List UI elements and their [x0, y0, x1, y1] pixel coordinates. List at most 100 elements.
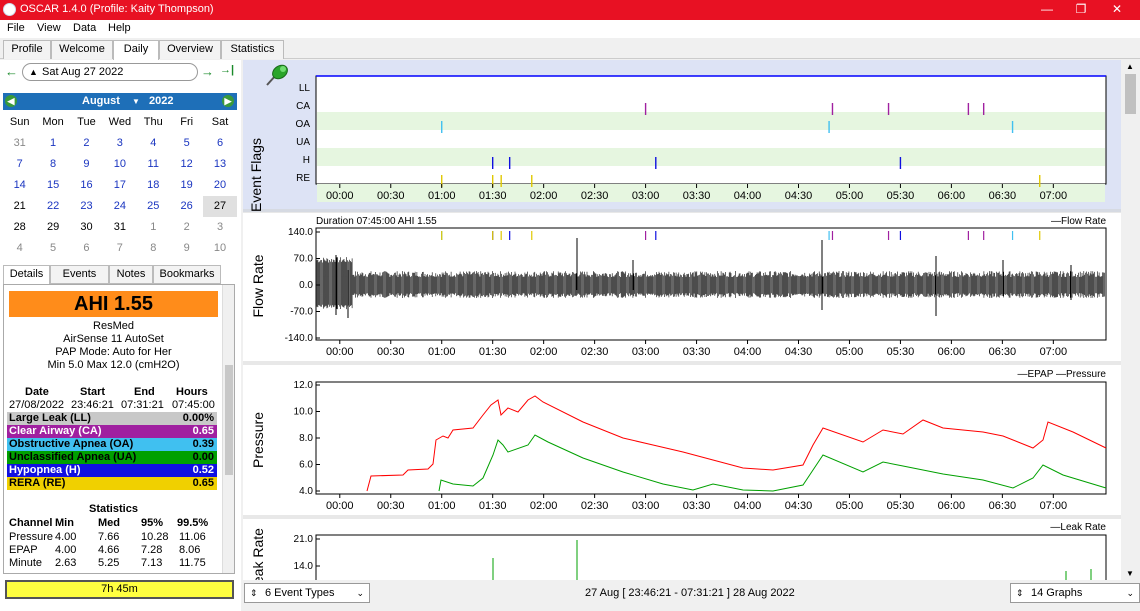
- maximize-button[interactable]: ❐: [1064, 0, 1098, 20]
- subtab-details[interactable]: Details: [3, 265, 50, 284]
- calendar-day[interactable]: 3: [203, 217, 236, 238]
- calendar-day[interactable]: 1: [36, 133, 69, 154]
- event-value: 0.65: [192, 425, 214, 437]
- calendar-day[interactable]: 21: [3, 196, 36, 217]
- main-tabs: Profile Welcome Daily Overview Statistic…: [0, 38, 1140, 60]
- calendar-day[interactable]: 18: [137, 175, 170, 196]
- flag-row-label: CA: [296, 101, 310, 112]
- calendar-day[interactable]: 31: [3, 133, 36, 154]
- calendar-day-selected[interactable]: 27: [203, 196, 237, 217]
- x-tick-label: 00:00: [326, 346, 354, 358]
- calendar-day[interactable]: 22: [36, 196, 69, 217]
- tab-profile[interactable]: Profile: [3, 40, 51, 59]
- pap-mode: PAP Mode: Auto for Her: [55, 346, 172, 358]
- back-arrow-icon[interactable]: ←: [5, 64, 18, 79]
- forward-arrow-icon[interactable]: →: [201, 64, 214, 79]
- calendar-day[interactable]: 31: [103, 217, 136, 238]
- event-types-dropdown[interactable]: ⇕ 6 Event Types ⌄: [244, 583, 370, 603]
- calendar-day[interactable]: 6: [70, 238, 103, 259]
- calendar-day[interactable]: 24: [103, 196, 136, 217]
- session-end: 07:31:21: [121, 399, 164, 411]
- graphs-dropdown[interactable]: ⇕ 14 Graphs ⌄: [1010, 583, 1140, 603]
- calendar-year[interactable]: 2022: [149, 95, 173, 107]
- stats-995: 11.75: [179, 557, 206, 569]
- calendar-day[interactable]: 5: [170, 133, 203, 154]
- tab-statistics[interactable]: Statistics: [221, 40, 284, 59]
- calendar-day[interactable]: 23: [70, 196, 103, 217]
- calendar-day[interactable]: 5: [36, 238, 69, 259]
- calendar-day[interactable]: 7: [103, 238, 136, 259]
- subtab-events[interactable]: Events: [50, 265, 109, 284]
- calendar-toggle-icon[interactable]: ▲: [29, 64, 38, 80]
- calendar-day[interactable]: 8: [36, 154, 69, 175]
- month-dropdown-icon[interactable]: ▼: [132, 97, 140, 106]
- pressure-y-tick: 4.0: [299, 486, 313, 497]
- subtab-bookmarks[interactable]: Bookmarks: [153, 265, 221, 284]
- calendar-day[interactable]: 6: [203, 133, 236, 154]
- flag-row-label: OA: [296, 119, 311, 130]
- calendar-day[interactable]: 9: [70, 154, 103, 175]
- calendar-day[interactable]: 30: [70, 217, 103, 238]
- calendar-week: 28 29 30 31 1 2 3: [3, 217, 237, 238]
- calendar-day[interactable]: 16: [70, 175, 103, 196]
- calendar-week: 7 8 9 10 11 12 13: [3, 154, 237, 175]
- calendar-day[interactable]: 4: [3, 238, 36, 259]
- tab-daily[interactable]: Daily: [113, 40, 159, 60]
- calendar-day[interactable]: 8: [137, 238, 170, 259]
- date-picker[interactable]: ▲ Sat Aug 27 2022: [22, 63, 198, 81]
- close-button[interactable]: ✕: [1100, 0, 1134, 20]
- graph-scroll-thumb[interactable]: [1125, 74, 1136, 114]
- x-tick-label: 00:30: [377, 346, 405, 358]
- stats-med: 4.66: [98, 544, 120, 556]
- scroll-down-icon[interactable]: ▼: [1126, 569, 1134, 578]
- prev-month-icon[interactable]: ◀: [5, 95, 17, 107]
- calendar-day[interactable]: 28: [3, 217, 36, 238]
- calendar-day[interactable]: 10: [203, 238, 236, 259]
- calendar-header: ◀ August ▼ 2022 ▶: [3, 93, 237, 110]
- subtab-notes[interactable]: Notes: [109, 265, 153, 284]
- next-month-icon[interactable]: ▶: [222, 95, 234, 107]
- calendar-week: 4 5 6 7 8 9 10: [3, 238, 237, 259]
- flow-axis-label: Flow Rate: [250, 254, 266, 317]
- last-day-icon[interactable]: →|: [220, 64, 234, 76]
- calendar-day[interactable]: 1: [137, 217, 170, 238]
- calendar-month[interactable]: August: [82, 95, 120, 107]
- calendar-day[interactable]: 17: [103, 175, 136, 196]
- details-scrollbar[interactable]: [222, 285, 234, 573]
- menu-view[interactable]: View: [37, 22, 61, 34]
- pushpin-icon[interactable]: [263, 62, 291, 91]
- calendar-day[interactable]: 3: [103, 133, 136, 154]
- calendar-day[interactable]: 4: [137, 133, 170, 154]
- x-tick-label: 06:00: [938, 190, 966, 202]
- calendar-day[interactable]: 13: [203, 154, 236, 175]
- scroll-up-icon[interactable]: ▲: [1126, 62, 1134, 71]
- calendar-day[interactable]: 15: [36, 175, 69, 196]
- calendar-day[interactable]: 10: [103, 154, 136, 175]
- details-scroll-thumb[interactable]: [225, 365, 233, 475]
- calendar-day[interactable]: 9: [170, 238, 203, 259]
- event-row-ca: Clear Airway (CA) 0.65: [7, 425, 217, 438]
- calendar-day[interactable]: 11: [137, 154, 170, 175]
- calendar-day[interactable]: 25: [137, 196, 170, 217]
- calendar-day[interactable]: 19: [170, 175, 203, 196]
- menu-file[interactable]: File: [7, 22, 25, 34]
- calendar-day[interactable]: 2: [170, 217, 203, 238]
- calendar-day[interactable]: 7: [3, 154, 36, 175]
- calendar-day[interactable]: 26: [170, 196, 203, 217]
- x-tick-label: 01:30: [479, 500, 507, 512]
- calendar-day[interactable]: 2: [70, 133, 103, 154]
- event-flags-axis-label: Event Flags: [248, 138, 264, 212]
- calendar-day[interactable]: 20: [203, 175, 236, 196]
- calendar-day[interactable]: 29: [36, 217, 69, 238]
- calendar-day[interactable]: 12: [170, 154, 203, 175]
- tab-welcome[interactable]: Welcome: [51, 40, 113, 59]
- menu-data[interactable]: Data: [73, 22, 96, 34]
- minimize-button[interactable]: —: [1030, 0, 1064, 20]
- calendar-day[interactable]: 14: [3, 175, 36, 196]
- graph-scrollbar[interactable]: ▲ ▼: [1121, 60, 1140, 580]
- x-tick-label: 01:00: [428, 500, 456, 512]
- menu-help[interactable]: Help: [108, 22, 131, 34]
- x-tick-label: 03:30: [683, 346, 711, 358]
- tab-overview[interactable]: Overview: [159, 40, 221, 59]
- menu-bar: File View Data Help: [0, 20, 1140, 38]
